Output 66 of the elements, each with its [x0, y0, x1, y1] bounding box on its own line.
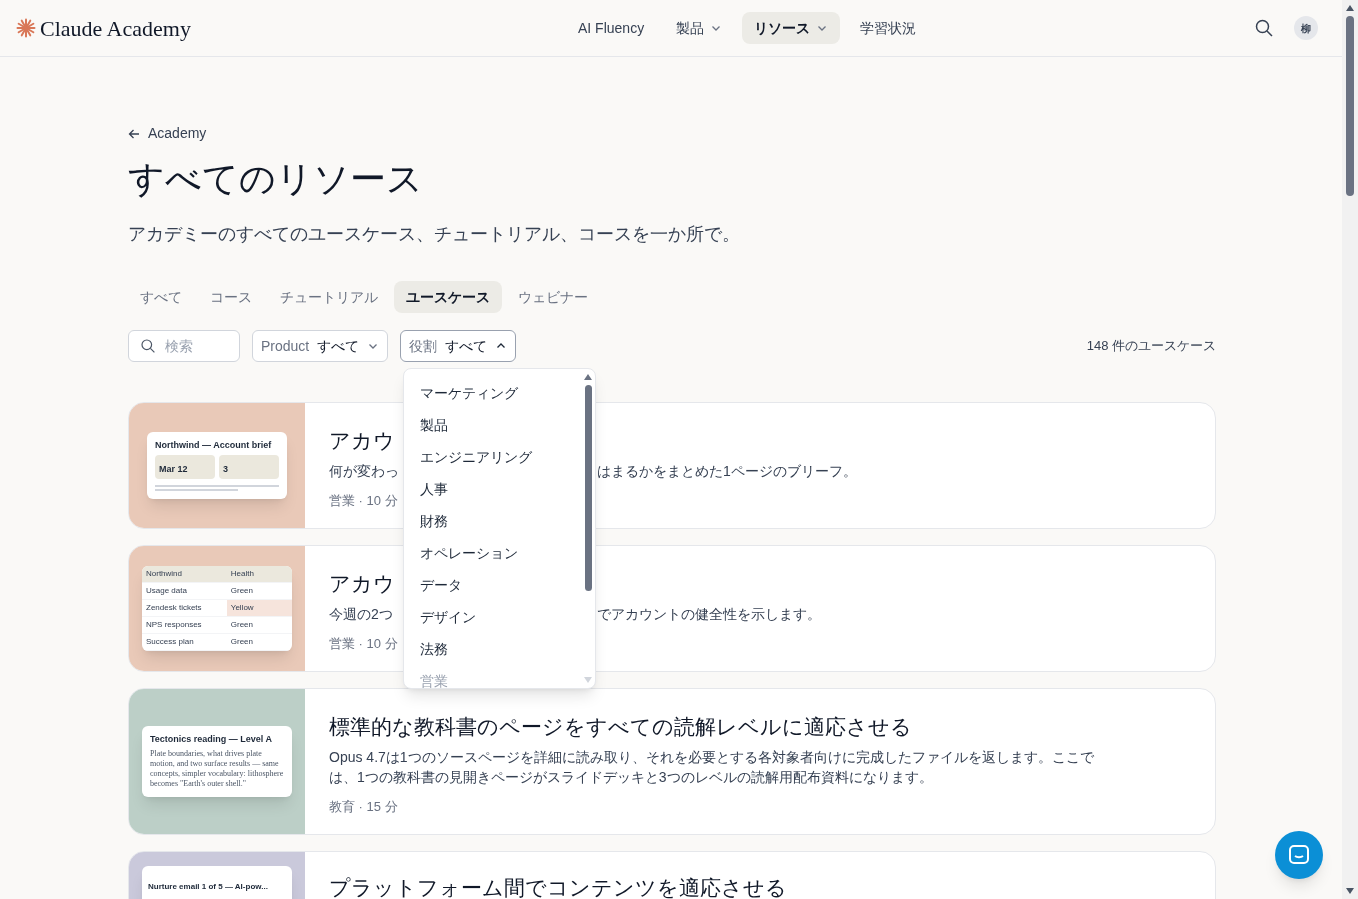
chat-button[interactable] [1275, 831, 1323, 879]
scroll-down-icon[interactable] [1346, 887, 1354, 895]
scroll-up-icon[interactable] [1346, 4, 1354, 12]
card-description: Opus 4.7は1つのソースページを詳細に読み取り、それを必要とする各対象者向けに完成したファイルを返します。ここでは、1つの教科書の見開きページがスライドデッキと3つのレベルの読解用配布資料になります。 [329, 748, 1095, 787]
use-case-card[interactable]: Nurture email 1 of 5 — AI-pow... プラットフォーム間でコンテンツを適応させる [128, 851, 1216, 899]
card-title: アカウ [329, 571, 395, 598]
card-description: でアカウントの健全性を示します。 [597, 605, 821, 624]
dropdown-option[interactable]: 人事 [420, 473, 448, 505]
card-title: 標準的な教科書のページをすべての読解レベルに適応させる [329, 714, 912, 741]
search-icon[interactable] [1254, 18, 1274, 38]
preview-cell: Yellow [226, 600, 292, 616]
preview-cell-text: Northwind [145, 568, 183, 580]
chat-bubble-icon [1287, 843, 1311, 867]
preview-text: Plate boundaries, what drives plate motion, and two surface results — same concepts, simpler vocabulary: lithosphere becomes "Earth's outer shell." [150, 749, 284, 789]
filter-tab[interactable]: ユースケース [394, 281, 502, 313]
scroll-up-icon[interactable] [584, 373, 592, 381]
card-description: 何が変わっ [329, 463, 399, 479]
nav-item[interactable]: 製品 [664, 12, 735, 44]
card-description: はまるかをまとめた1ページのブリーフ。 [597, 462, 857, 481]
nav-item[interactable]: リソース [742, 12, 841, 44]
preview-title: Tectonics reading — Level A [150, 734, 274, 745]
nav-item[interactable]: AI Fluency [566, 12, 657, 44]
logo[interactable]: Claude Academy [16, 11, 536, 45]
dropdown-option[interactable]: エンジニアリング [420, 441, 532, 473]
scrollbar-thumb[interactable] [1346, 16, 1354, 196]
page-subtitle: アカデミーのすべてのユースケース、チュートリアル、コースを一か所で。 [128, 223, 741, 246]
card-meta: 営業 · 10 分 [329, 635, 398, 653]
card-title: アカウ [329, 428, 395, 455]
card-meta: 営業 · 10 分 [329, 492, 398, 510]
dropdown-option[interactable]: デザイン [420, 601, 476, 633]
page-title: すべてのリソース [128, 158, 424, 201]
filter-tab[interactable]: ウェビナー [506, 281, 600, 313]
filter-tab[interactable]: コース [198, 281, 264, 313]
dropdown-option[interactable]: 製品 [420, 409, 448, 441]
card-description: 今週の2つ [329, 606, 393, 622]
back-arrow-icon [128, 127, 140, 140]
search-icon [140, 338, 156, 354]
nav-item[interactable]: 学習状況 [848, 12, 929, 44]
filter-tab[interactable]: チュートリアル [268, 281, 390, 313]
scrollbar-thumb[interactable] [584, 385, 592, 591]
preview-field: Mar 12 [155, 455, 215, 479]
preview-cell-text: Health [229, 568, 255, 580]
starburst-logo-icon [16, 18, 36, 38]
preview-field: 3 [219, 455, 279, 479]
preview-cell-text: Green [229, 636, 254, 648]
dropdown-option[interactable]: 法務 [420, 633, 448, 665]
preview-title: Northwind — Account brief [155, 440, 273, 452]
preview-cell-text: Green [229, 619, 254, 631]
dropdown-option[interactable]: データ [420, 569, 462, 601]
card-title: プラットフォーム間でコンテンツを適応させる [329, 875, 787, 899]
preview-cell-text: Zendesk tickets [145, 602, 203, 614]
filter-tab[interactable]: すべて [128, 281, 194, 313]
use-case-card[interactable] [128, 688, 1216, 835]
back-link[interactable]: Academy [128, 123, 1216, 144]
preview-cell-text: Success plan [145, 636, 195, 648]
preview-cell-text: Green [229, 585, 254, 597]
preview-cell-text: Usage data [145, 585, 188, 597]
result-count: 148 件のユースケース [1086, 337, 1216, 356]
user-avatar[interactable]: 柳 [1294, 16, 1318, 40]
page-scrollbar[interactable] [1342, 0, 1358, 899]
filter-dropdown[interactable]: 役割 すべて [400, 330, 517, 362]
card-meta: 教育 · 15 分 [329, 798, 398, 816]
preview-cell-text: NPS responses [145, 619, 203, 631]
preview-title: Nurture email 1 of 5 — AI-pow... [148, 882, 268, 891]
search-field[interactable]: 検索 [128, 330, 240, 362]
filter-dropdown[interactable]: Product すべて [252, 330, 389, 362]
